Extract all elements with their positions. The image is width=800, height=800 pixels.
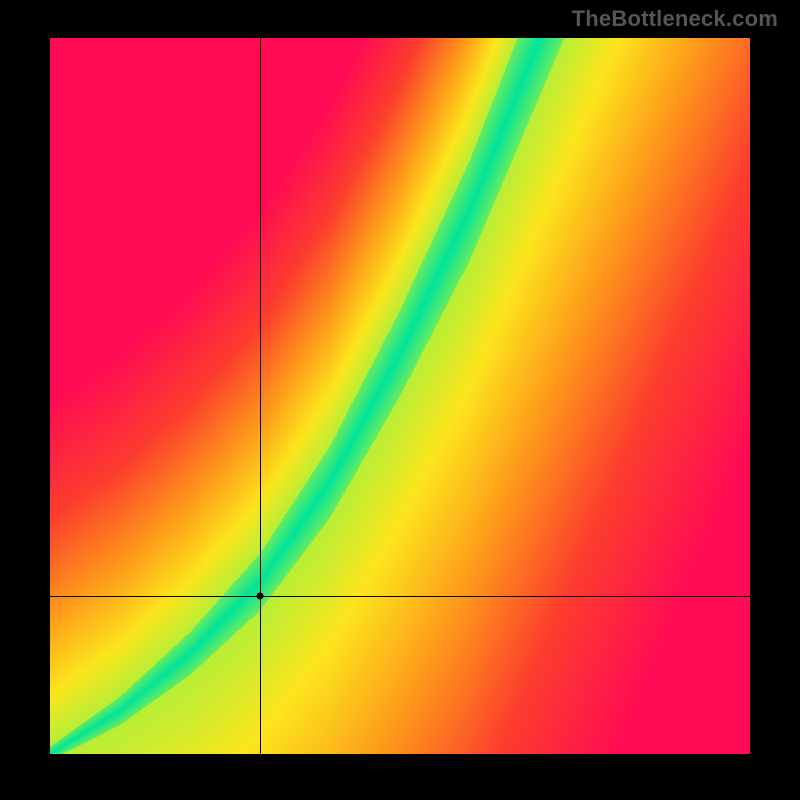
- crosshair-horizontal: [50, 596, 750, 597]
- watermark-label: TheBottleneck.com: [572, 6, 778, 32]
- chart-frame: TheBottleneck.com: [0, 0, 800, 800]
- crosshair-vertical: [260, 38, 261, 754]
- heatmap-canvas: [50, 38, 750, 754]
- heatmap-plot: [50, 38, 750, 754]
- marker-dot: [257, 593, 264, 600]
